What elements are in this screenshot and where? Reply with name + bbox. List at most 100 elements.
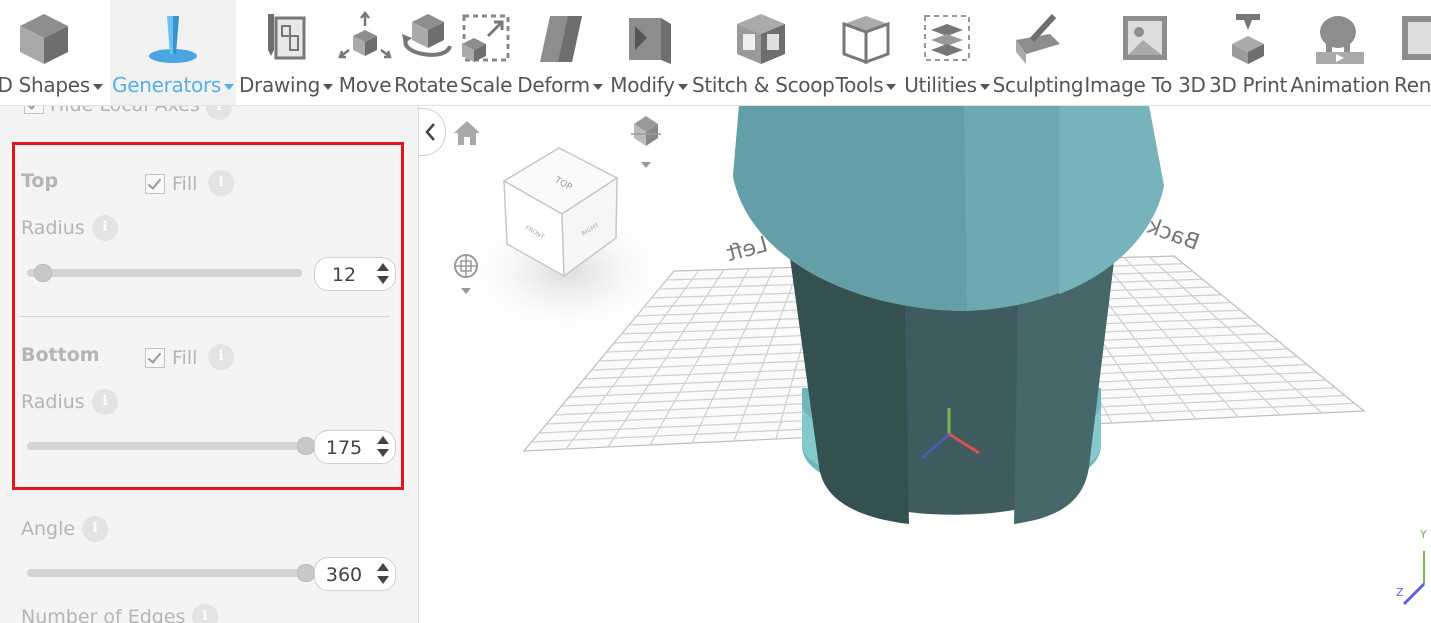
grid-label-left: Left <box>724 232 771 267</box>
toolbar-label: 3D Shapes <box>0 73 110 97</box>
toolbar-sculpting[interactable]: Sculpting <box>992 0 1084 105</box>
info-icon[interactable] <box>92 389 118 415</box>
toolbar-label: Move <box>338 73 392 97</box>
bottom-section-title: Bottom <box>21 344 100 366</box>
toolbar-modify[interactable]: Modify <box>606 0 692 105</box>
toolbar-label: Ren <box>1394 73 1431 97</box>
main-toolbar: 3D Shapes Generators Drawing Move <box>0 0 1431 106</box>
info-icon[interactable] <box>92 215 118 241</box>
toolbar-label: Stitch & Scoop <box>692 73 835 97</box>
toolbar-animation[interactable]: Animation <box>1290 0 1390 105</box>
stepper-down-icon[interactable] <box>377 276 389 284</box>
angle-label: Angle <box>21 518 76 540</box>
home-icon[interactable] <box>453 120 481 146</box>
chevron-down-icon <box>677 83 688 90</box>
info-icon[interactable] <box>206 106 232 120</box>
rotate-icon <box>402 14 452 57</box>
toolbar-label: Modify <box>606 73 692 97</box>
toolbar-stitch-scoop[interactable]: Stitch & Scoop <box>692 0 835 105</box>
angle-value: 360 <box>325 564 363 586</box>
stepper-down-icon[interactable] <box>377 449 389 457</box>
top-radius-label: Radius <box>21 217 85 239</box>
toolbar-label: 3D Print <box>1208 73 1288 97</box>
chevron-down-icon <box>323 83 334 90</box>
bottom-radius-input[interactable]: 175 <box>314 430 396 464</box>
animation-icon <box>1316 16 1364 64</box>
toolbar-label: Deform <box>514 73 606 97</box>
render-icon <box>1402 16 1431 60</box>
top-section-title: Top <box>21 170 59 192</box>
info-icon[interactable] <box>192 604 218 623</box>
3d-viewport[interactable]: Left Back TOP FRONT RIGHT Y Z <box>419 106 1431 623</box>
toolbar-label: Rotate <box>394 73 458 97</box>
chevron-down-icon <box>592 83 603 90</box>
info-icon[interactable] <box>82 516 108 542</box>
toolbar-label: Scale <box>459 73 513 97</box>
toolbar-label: Sculpting <box>992 73 1084 97</box>
utilities-icon <box>924 15 970 61</box>
top-radius-value: 12 <box>331 264 357 286</box>
stepper-up-icon[interactable] <box>377 563 389 571</box>
world-axis-indicator: Y Z <box>1396 528 1427 606</box>
scene-canvas: Left Back TOP FRONT RIGHT Y Z <box>457 106 1427 606</box>
stepper-up-icon[interactable] <box>377 263 389 271</box>
stepper-down-icon[interactable] <box>377 576 389 584</box>
modify-icon <box>629 18 671 64</box>
toolbar-3d-print[interactable]: 3D Print <box>1206 0 1290 105</box>
stitch-scoop-icon <box>737 14 785 64</box>
toolbar-render[interactable]: Ren <box>1390 0 1431 105</box>
top-fill-label: Fill <box>172 173 198 195</box>
info-icon[interactable] <box>208 170 234 196</box>
toolbar-rotate[interactable]: Rotate <box>394 0 458 105</box>
chevron-down-icon <box>886 83 897 90</box>
toolbar-utilities[interactable]: Utilities <box>902 0 992 105</box>
top-radius-slider-handle[interactable] <box>34 264 52 282</box>
collapse-panel-button[interactable] <box>419 108 446 156</box>
scale-icon <box>462 14 510 62</box>
stepper-up-icon[interactable] <box>377 436 389 444</box>
toolbar-drawing[interactable]: Drawing <box>236 0 336 105</box>
info-icon[interactable] <box>208 344 234 370</box>
toolbar-move[interactable]: Move <box>336 0 394 105</box>
grid-label-back: Back <box>1144 214 1203 256</box>
chevron-down-icon <box>223 83 234 90</box>
toolbar-label: Generators <box>110 73 236 97</box>
top-fill-checkbox[interactable] <box>145 174 165 194</box>
toolbar-tools[interactable]: Tools <box>830 0 902 105</box>
chevron-down-icon <box>92 83 103 90</box>
perspective-toggle-icon[interactable] <box>627 112 665 172</box>
toolbar-image-to-3d[interactable]: Image To 3D <box>1084 0 1206 105</box>
bottom-fill-label: Fill <box>172 347 198 369</box>
sculpting-icon <box>1016 13 1060 64</box>
number-of-edges-label: Number of Edges <box>21 606 186 623</box>
toolbar-label: Animation <box>1290 73 1390 97</box>
angle-slider-handle[interactable] <box>297 564 315 582</box>
toolbar-deform[interactable]: Deform <box>514 0 606 105</box>
bottom-fill-checkbox[interactable] <box>145 348 165 368</box>
angle-slider[interactable] <box>27 569 307 577</box>
world-axis-y-label: Y <box>1419 528 1427 541</box>
cube-icon <box>20 14 68 64</box>
angle-input[interactable]: 360 <box>314 557 396 591</box>
snap-grid-icon[interactable] <box>452 252 482 300</box>
bottom-radius-slider-handle[interactable] <box>297 437 315 455</box>
toolbar-label: Drawing <box>236 73 336 97</box>
image-to-3d-icon <box>1123 16 1167 60</box>
bottom-radius-label: Radius <box>21 391 85 413</box>
hide-local-axes-checkbox[interactable] <box>24 106 44 114</box>
toolbar-label: Image To 3D <box>1084 73 1206 97</box>
toolbar-generators[interactable]: Generators <box>110 0 236 105</box>
toolbar-3d-shapes[interactable]: 3D Shapes <box>0 0 110 105</box>
drawing-icon <box>268 14 306 60</box>
toolbar-scale[interactable]: Scale <box>458 0 514 105</box>
properties-panel: Hide Local Axes Top Fill Radius 12 Botto… <box>0 106 419 623</box>
chevron-down-icon <box>979 83 990 90</box>
move-icon <box>338 10 392 59</box>
generator-icon <box>149 16 197 63</box>
toolbar-label: Tools <box>830 73 902 97</box>
bottom-radius-slider[interactable] <box>27 442 307 450</box>
top-radius-input[interactable]: 12 <box>314 257 396 291</box>
bottom-radius-value: 175 <box>325 437 363 459</box>
world-axis-z-label: Z <box>1396 586 1404 599</box>
top-radius-slider[interactable] <box>27 269 302 277</box>
